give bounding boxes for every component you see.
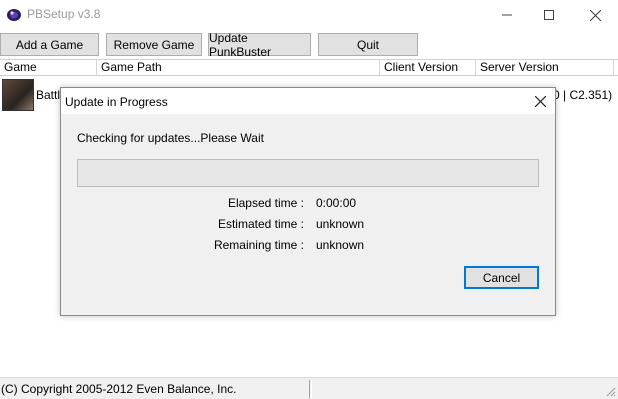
estimated-time-label: Estimated time :: [217, 217, 304, 231]
elapsed-time-label: Elapsed time :: [227, 196, 304, 210]
column-header-client-version[interactable]: Client Version: [380, 60, 476, 75]
window-title: PBSetup v3.8: [27, 7, 101, 21]
column-header-server-version[interactable]: Server Version: [476, 60, 614, 75]
dialog-titlebar: Update in Progress: [61, 88, 555, 114]
app-icon: [7, 9, 21, 21]
remaining-time-label: Remaining time :: [213, 238, 304, 252]
update-dialog: Update in Progress Checking for updates.…: [60, 87, 556, 316]
minimize-button[interactable]: [484, 0, 530, 30]
window-titlebar: PBSetup v3.8: [0, 0, 618, 30]
maximize-button[interactable]: [526, 0, 572, 30]
remove-game-button[interactable]: Remove Game: [106, 33, 202, 56]
status-divider: [309, 380, 312, 398]
resize-grip-icon[interactable]: [604, 385, 616, 397]
copyright-text: (C) Copyright 2005-2012 Even Balance, In…: [1, 382, 237, 396]
close-icon: [589, 9, 601, 21]
maximize-icon: [544, 10, 554, 20]
status-message: Checking for updates...Please Wait: [77, 131, 264, 145]
minimize-icon: [502, 14, 512, 16]
quit-button[interactable]: Quit: [318, 33, 418, 56]
remaining-time-value: unknown: [316, 238, 365, 252]
update-punkbuster-button[interactable]: Update PunkBuster: [208, 31, 311, 59]
column-header-game[interactable]: Game: [0, 60, 97, 75]
cancel-button[interactable]: Cancel: [464, 266, 539, 289]
window-close-button[interactable]: [572, 0, 618, 30]
list-header: Game Game Path Client Version Server Ver…: [0, 59, 618, 76]
toolbar: Add a Game Remove Game Update PunkBuster…: [0, 31, 618, 59]
estimated-time-value: unknown: [316, 217, 365, 231]
update-progress-bar: [77, 159, 539, 187]
column-header-game-path[interactable]: Game Path: [97, 60, 380, 75]
add-game-button[interactable]: Add a Game: [0, 33, 99, 56]
status-bar: (C) Copyright 2005-2012 Even Balance, In…: [0, 377, 618, 399]
game-thumbnail: [2, 79, 34, 111]
dialog-title: Update in Progress: [65, 95, 168, 109]
elapsed-time-value: 0:00:00: [316, 196, 357, 210]
server-version-value: 0 | C2.351): [553, 88, 613, 102]
close-icon: [534, 95, 546, 107]
dialog-close-button[interactable]: [525, 88, 555, 114]
